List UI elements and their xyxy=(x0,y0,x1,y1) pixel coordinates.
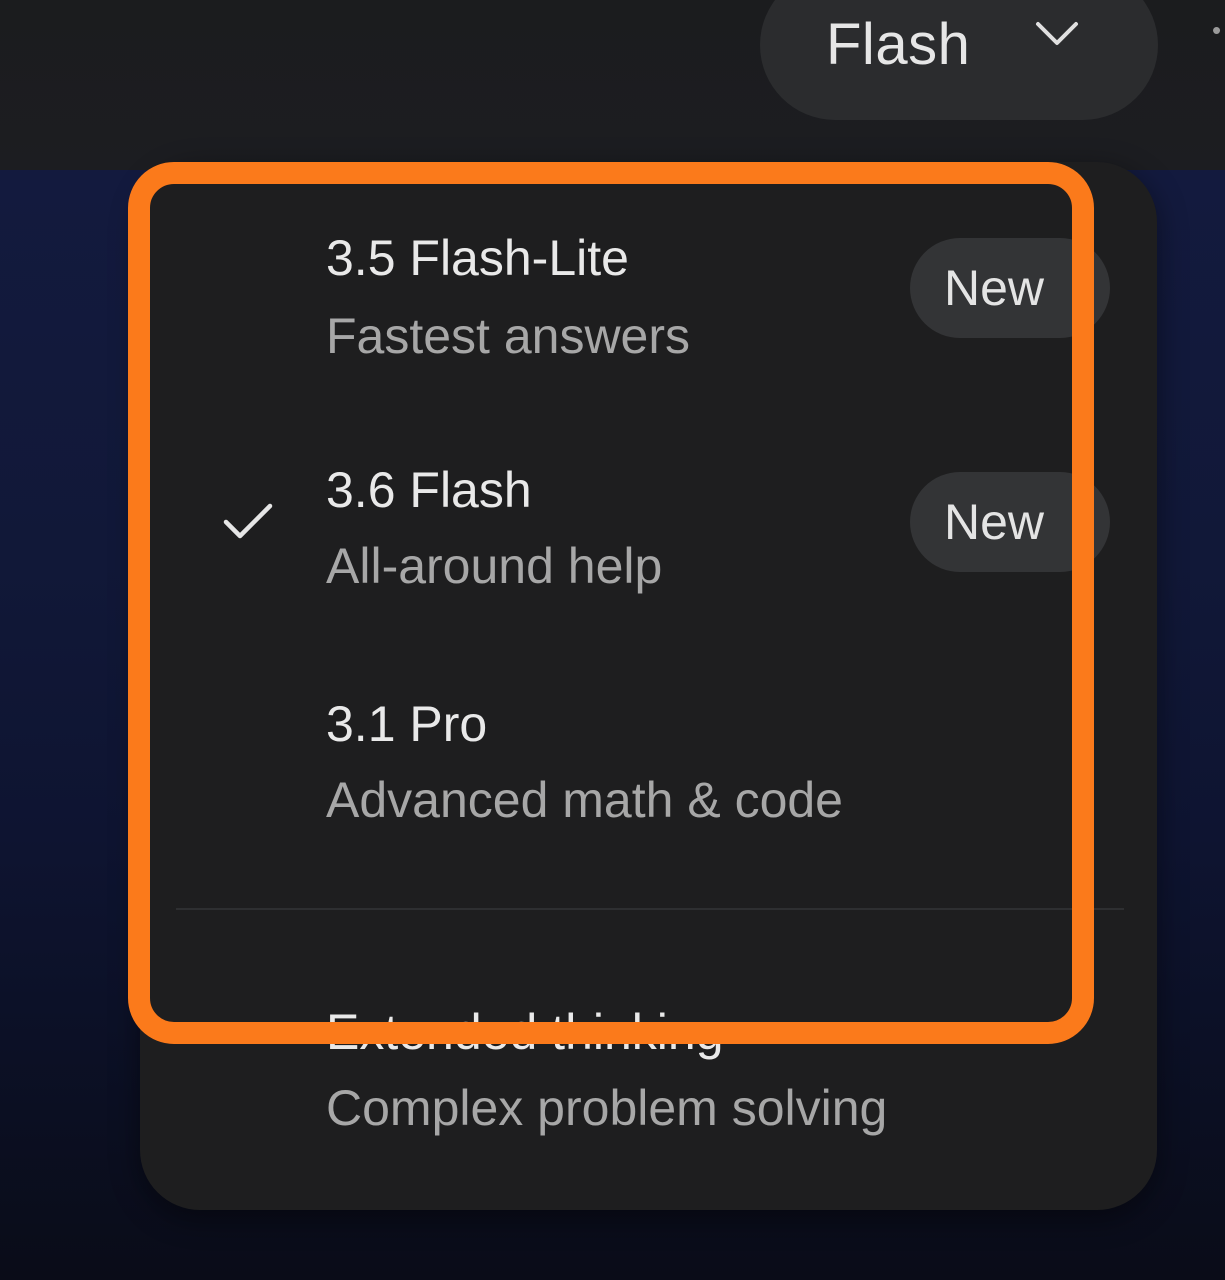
menu-item-title: 3.5 Flash-Lite xyxy=(326,230,629,286)
partial-toolbar-icon[interactable]: • xyxy=(1212,20,1225,40)
menu-item-title: 3.1 Pro xyxy=(326,696,488,752)
menu-item-subtitle: Advanced math & code xyxy=(326,772,843,828)
menu-item-extended-thinking[interactable]: Extended thinking Complex problem solvin… xyxy=(140,998,1157,1158)
menu-item-subtitle: All-around help xyxy=(326,538,663,594)
menu-item-subtitle: Complex problem solving xyxy=(326,1080,888,1136)
menu-item-subtitle: Fastest answers xyxy=(326,308,691,364)
model-switcher-button[interactable]: Flash xyxy=(760,0,1158,120)
new-badge: New xyxy=(910,238,1110,338)
chevron-down-icon[interactable] xyxy=(1034,18,1080,48)
menu-item-flash[interactable]: 3.6 Flash All-around help New xyxy=(140,456,1157,626)
menu-item-flash-lite[interactable]: 3.5 Flash-Lite Fastest answers New xyxy=(140,222,1157,392)
menu-item-title: 3.6 Flash xyxy=(326,462,532,518)
menu-item-title: Extended thinking xyxy=(326,1004,724,1060)
menu-divider xyxy=(176,908,1124,910)
model-menu: 3.5 Flash-Lite Fastest answers New 3.6 F… xyxy=(140,162,1157,1210)
new-badge: New xyxy=(910,472,1110,572)
menu-item-pro[interactable]: 3.1 Pro Advanced math & code xyxy=(140,690,1157,860)
check-icon xyxy=(223,503,273,539)
model-switcher-label: Flash xyxy=(826,12,971,77)
